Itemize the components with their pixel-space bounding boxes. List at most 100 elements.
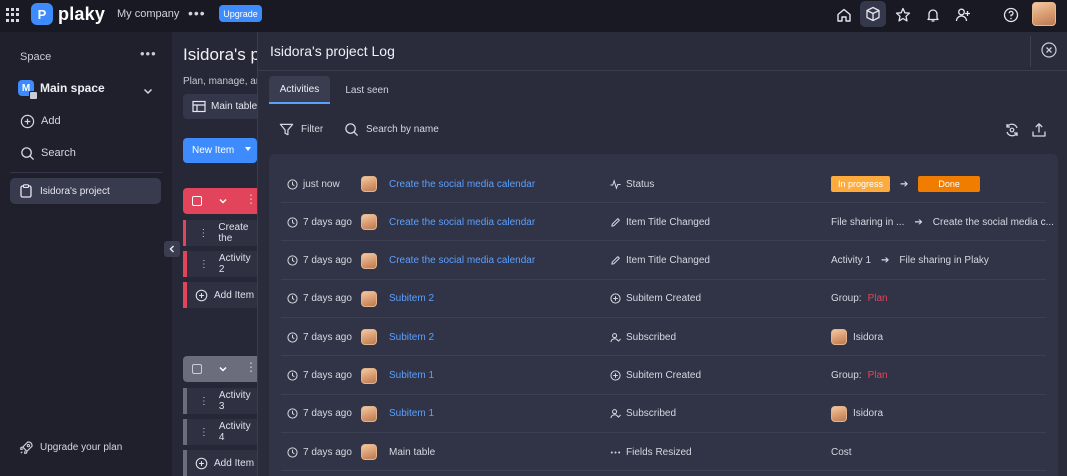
kebab-icon[interactable]: ⋮ xyxy=(199,427,209,438)
detail-label: Group: xyxy=(831,370,862,381)
activity-time: 7 days ago xyxy=(303,216,352,228)
space-more-icon[interactable]: ••• xyxy=(140,46,157,61)
sidebar-item-project[interactable]: Isidora's project xyxy=(10,178,161,204)
help-icon[interactable] xyxy=(1000,4,1022,26)
activity-item-link[interactable]: Create the social media calendar xyxy=(389,203,535,241)
star-icon[interactable] xyxy=(892,4,914,26)
activity-row: 7 days ago Subitem 2 Subitem Created Group:… xyxy=(281,280,1046,318)
space-label: Space xyxy=(20,51,52,63)
activity-action: Item Title Changed xyxy=(626,216,710,228)
detail-to: Create the social media c... xyxy=(932,216,1054,228)
home-icon[interactable] xyxy=(833,4,855,26)
avatar xyxy=(361,280,377,318)
detail-value: Plan xyxy=(867,293,888,305)
upgrade-plan-link[interactable]: Upgrade your plan xyxy=(19,440,122,455)
avatar xyxy=(361,433,377,471)
clock-icon xyxy=(287,280,298,318)
activity-action: Status xyxy=(626,178,655,190)
collapse-sidebar-button[interactable] xyxy=(164,241,180,257)
activity-action: Subscribed xyxy=(626,408,677,420)
tab-main-table[interactable]: Main table xyxy=(183,94,263,119)
clock-icon xyxy=(287,318,298,356)
rocket-icon xyxy=(19,440,34,455)
group-header-2[interactable]: ⋮ xyxy=(183,356,258,382)
tab-last-seen[interactable]: Last seen xyxy=(336,76,398,104)
table-row[interactable]: ⋮ Activity 3 xyxy=(183,388,258,414)
bell-icon[interactable] xyxy=(922,4,944,26)
detail-label: Group: xyxy=(831,293,862,305)
add-item-row[interactable]: Add Item xyxy=(183,282,258,308)
tab-activities[interactable]: Activities xyxy=(269,76,330,104)
chevron-left-icon xyxy=(169,245,175,253)
activity-item-link: Main table xyxy=(389,446,436,458)
chevron-down-icon[interactable] xyxy=(218,364,228,374)
activity-detail: Group: Plan xyxy=(831,280,888,318)
activity-item-link[interactable]: Create the social media calendar xyxy=(389,165,535,203)
activity-item-link[interactable]: Create the social media calendar xyxy=(389,242,535,280)
plus-circle-icon xyxy=(610,357,621,395)
group-header-1[interactable]: ⋮ xyxy=(183,188,258,214)
sidebar-item-label: Search xyxy=(41,147,76,159)
panel-title: Isidora's project Log xyxy=(270,43,395,59)
refresh-icon[interactable] xyxy=(1004,122,1020,138)
divider xyxy=(1030,36,1031,67)
kebab-icon[interactable]: ⋮ xyxy=(199,396,209,407)
group-checkbox[interactable] xyxy=(192,364,202,374)
search-placeholder: Search by name xyxy=(366,124,439,135)
activity-icon xyxy=(610,165,621,203)
sidebar-item-add[interactable]: Add xyxy=(19,113,61,129)
new-item-button[interactable]: New Item xyxy=(183,138,257,163)
table-row[interactable]: ⋮ Create the xyxy=(183,220,258,246)
add-item-row[interactable]: Add Item xyxy=(183,450,258,476)
log-panel: Isidora's project Log Activities Last se… xyxy=(257,32,1067,476)
add-user-icon[interactable] xyxy=(952,4,974,26)
activity-item-link[interactable]: Subitem 2 xyxy=(389,318,434,356)
kebab-icon[interactable]: ⋮ xyxy=(245,360,257,374)
filter-button[interactable]: Filter xyxy=(279,122,323,137)
sidebar-item-label: Add xyxy=(41,115,61,127)
logo-text: plaky xyxy=(58,3,106,24)
plus-circle-icon xyxy=(195,289,208,302)
close-icon[interactable] xyxy=(1041,42,1057,58)
caret-down-icon[interactable] xyxy=(245,147,251,151)
avatar xyxy=(361,242,377,280)
space-selector[interactable]: M Main space xyxy=(18,80,105,100)
kebab-icon[interactable]: ⋮ xyxy=(199,259,209,270)
box-icon[interactable] xyxy=(860,1,886,27)
group-checkbox[interactable] xyxy=(192,196,202,206)
subscribe-icon xyxy=(610,395,621,433)
activity-detail: In progress ➔ Done xyxy=(831,165,980,203)
detail-user: Isidora xyxy=(853,408,884,420)
activity-detail: Isidora xyxy=(831,318,883,356)
divider xyxy=(258,70,1067,71)
avatar xyxy=(831,405,847,422)
company-more-icon[interactable]: ••• xyxy=(188,5,206,21)
activity-detail: Group: Plan xyxy=(831,357,888,395)
activity-item-link[interactable]: Subitem 2 xyxy=(389,280,434,318)
tab-label: Main table xyxy=(211,101,258,112)
plaky-logo-icon: P xyxy=(31,3,53,25)
sidebar-item-search[interactable]: Search xyxy=(19,145,76,161)
detail-user: Isidora xyxy=(853,331,884,343)
chevron-down-icon[interactable] xyxy=(142,84,154,102)
kebab-icon[interactable]: ⋮ xyxy=(245,192,257,206)
activity-item-link[interactable]: Subitem 1 xyxy=(389,357,434,395)
clock-icon xyxy=(287,433,298,471)
table-row[interactable]: ⋮ Activity 4 xyxy=(183,419,258,445)
user-avatar[interactable] xyxy=(1032,2,1056,26)
company-name[interactable]: My company xyxy=(117,8,179,20)
activity-item-link[interactable]: Subitem 1 xyxy=(389,395,434,433)
activity-time: 7 days ago xyxy=(303,293,352,305)
search-input[interactable]: Search by name xyxy=(344,122,439,137)
table-row[interactable]: ⋮ Activity 2 xyxy=(183,251,258,277)
logo[interactable]: P plaky xyxy=(31,3,105,25)
add-item-label: Add Item xyxy=(214,457,255,469)
upgrade-button[interactable]: Upgrade xyxy=(219,5,262,22)
kebab-icon[interactable]: ⋮ xyxy=(198,228,208,239)
plus-circle-icon xyxy=(19,113,35,129)
export-icon[interactable] xyxy=(1031,122,1047,138)
pencil-icon xyxy=(610,242,621,280)
apps-grid-icon[interactable] xyxy=(6,8,20,22)
chevron-down-icon[interactable] xyxy=(218,196,228,206)
space-initial-icon: M xyxy=(18,80,38,100)
